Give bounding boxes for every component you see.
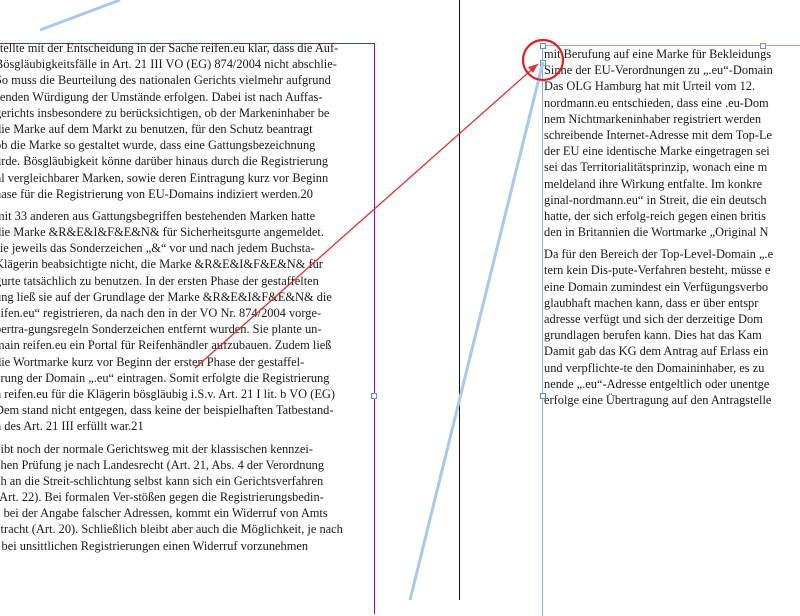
text-line: die Marke auf dem Markt zu benutzen, für… bbox=[0, 121, 313, 136]
text-line: tern kein Dis-pute-Verfahren besteht, mü… bbox=[544, 263, 771, 278]
text-line: nende „.eu“-Adresse entgeltlich oder une… bbox=[544, 376, 770, 391]
text-line: erfolge eine Übertragung auf den Antrags… bbox=[544, 392, 772, 407]
text-line: adresse verfügt und sich der derzeitige … bbox=[544, 312, 763, 326]
text-line: urde. Bösgläubigkeit könne darüber hinau… bbox=[0, 154, 329, 169]
out-port-handle[interactable] bbox=[540, 60, 546, 66]
text-line: eibt noch der normale Gerichtsweg mit de… bbox=[0, 441, 313, 456]
text-line: hase für die Registrierung von EU-Domain… bbox=[0, 186, 313, 201]
text-line: hl vergleichbarer Marken, sowie deren Ei… bbox=[0, 170, 329, 185]
text-line: etracht (Art. 20). Schließlich bleibt ab… bbox=[0, 522, 343, 537]
thread-line-diagonal bbox=[408, 61, 545, 600]
text-line: die Wortmarke kurz vor Beginn der ersten… bbox=[0, 354, 305, 369]
frame-handle-middle-left[interactable] bbox=[540, 393, 546, 399]
text-line: Dem stand nicht entgegen, dass keine der… bbox=[0, 403, 334, 418]
text-line: den in Britannien die Wortmarke „Origina… bbox=[544, 225, 769, 240]
right-text-column[interactable]: mit Berufung auf eine Marke für Bekleidu… bbox=[544, 46, 800, 408]
text-line: bertra-gungsregeln Sonderzeichen entfern… bbox=[0, 322, 322, 337]
text-line: meldeland ihre Wirkung entfalte. Im konk… bbox=[544, 176, 763, 191]
text-line: t bei unsittlichen Registrierungen einen… bbox=[0, 538, 309, 553]
text-line: sie jeweils das Sonderzeichen „&“ vor un… bbox=[0, 241, 315, 256]
text-line: n reifen.eu für die Klägerin bösgläubig … bbox=[0, 386, 335, 401]
text-line: Damit gab das KG dem Antrag auf Erlass e… bbox=[544, 344, 769, 359]
text-line: main reifen.eu ein Portal für Reifenhänd… bbox=[0, 338, 332, 353]
text-link-arrowhead bbox=[528, 64, 538, 73]
text-line: ch an die Streit-schlichtung selbst kann… bbox=[0, 473, 324, 488]
text-line: nem Nichtmarkeninhaber registriert werde… bbox=[544, 111, 762, 126]
text-line: ginal-nordmann.eu“ in Streit, die ein de… bbox=[544, 192, 767, 207]
text-line: mit 33 anderen aus Gattungsbegriffen bes… bbox=[0, 208, 316, 223]
text-line: der EU eine identische Marke eingetragen… bbox=[544, 144, 770, 159]
text-line: gerichts insbesondere zu berücksichtigen… bbox=[0, 105, 330, 120]
page-spread-divider bbox=[459, 0, 460, 600]
thread-line-top bbox=[39, 0, 121, 32]
text-line: ob die Marke so gestaltet wurde, dass ei… bbox=[0, 138, 316, 153]
text-line: (Art. 22). Bei formalen Ver-stößen gegen… bbox=[0, 490, 324, 505]
text-line: die Marke &R&E&I&F&E&N& für Sicherheitsg… bbox=[0, 225, 324, 240]
text-line: senden Würdigung der Umstände erfolgen. … bbox=[0, 89, 323, 104]
text-line: n des Art. 21 III erfüllt war.21 bbox=[0, 419, 144, 434]
layout-canvas: stellte mit der Entscheidung in der Sach… bbox=[0, 0, 800, 616]
text-line: Da für den Bereich der Top-Level-Domain … bbox=[544, 247, 774, 262]
text-line: eifen.eu“ registrieren, da nach den in d… bbox=[0, 306, 322, 320]
text-line: glaubhaft machen kann, dass er über ents… bbox=[544, 295, 759, 310]
text-line: erung der Domain „.eu“ eintragen. Somit … bbox=[0, 370, 330, 385]
left-text-column[interactable]: stellte mit der Entscheidung in der Sach… bbox=[0, 40, 375, 554]
text-line: So muss die Beurteilung des nationalen G… bbox=[0, 73, 331, 88]
text-line: Klägerin beabsichtigte nicht, die Marke … bbox=[0, 257, 323, 272]
text-line: Bösgläubigkeitsfälle in Art. 21 III VO (… bbox=[0, 57, 337, 72]
frame-handle-left-frame-side[interactable] bbox=[371, 393, 377, 399]
text-line: nordmann.eu entschieden, dass eine .eu-D… bbox=[544, 95, 769, 110]
text-line: a bei der Angabe falscher Adressen, komm… bbox=[0, 506, 328, 521]
text-line: gurte tatsächlich zu benutzen. In der er… bbox=[0, 273, 319, 288]
text-line: und verpflichte-te den Domaininhaber, es… bbox=[544, 360, 765, 375]
text-line: Das OLG Hamburg hat mit Urteil vom 12. bbox=[544, 79, 756, 94]
text-line: stellte mit der Entscheidung in der Sach… bbox=[0, 41, 339, 55]
text-line: grundlagen berufen kann. Dies hat das Ka… bbox=[544, 328, 762, 343]
text-line: ung ließ sie auf der Grundlage der Marke… bbox=[0, 289, 332, 304]
text-line: hatte, der sich erfolg-reich gegen einen… bbox=[544, 208, 766, 223]
text-line: chen Prüfung je nach Landesrecht (Art. 2… bbox=[0, 457, 325, 472]
text-line: eine Domain zumindest ein Verfügungsverb… bbox=[544, 279, 769, 294]
text-line: Sinne der EU-Verordnungen zu „.eu“-Domai… bbox=[544, 63, 773, 78]
text-line: sei das Territorialitätsprinzip, wonach … bbox=[544, 160, 768, 175]
text-line: schreibende Internet-Adresse mit dem Top… bbox=[544, 127, 773, 142]
frame-handle-top-left[interactable] bbox=[540, 43, 546, 49]
frame-handle-top-middle[interactable] bbox=[760, 43, 766, 49]
